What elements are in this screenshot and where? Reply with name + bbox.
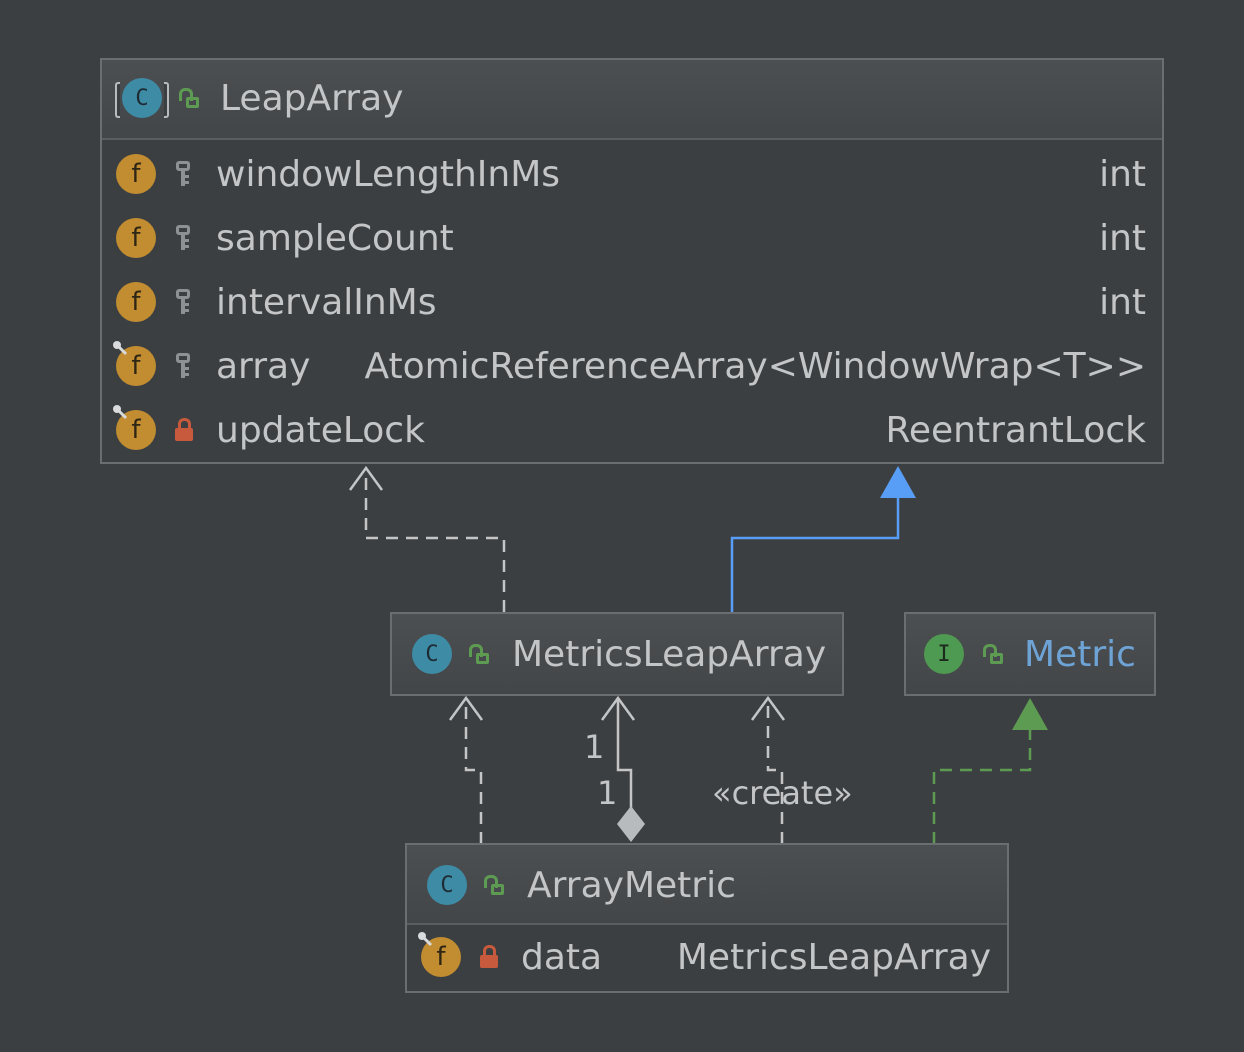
field-name: array	[216, 346, 311, 387]
arrowhead-generalization	[880, 466, 916, 498]
interface-icon: I	[924, 634, 964, 674]
field-icon: f	[116, 218, 156, 258]
package-visibility-icon	[174, 161, 192, 187]
field-list: f windowLengthInMs int f sampleCount int…	[102, 140, 1162, 462]
class-header: C LeapArray	[102, 60, 1162, 140]
composition-target-multiplicity: 1	[584, 728, 605, 766]
edge-dependency-arraymetric-metricsleaparray	[464, 698, 483, 844]
field-row[interactable]: f updateLock ReentrantLock	[102, 398, 1162, 462]
field-type: MetricsLeapArray	[676, 937, 991, 978]
interface-node-metric[interactable]: I Metric	[904, 612, 1156, 696]
public-lock-icon	[468, 644, 490, 666]
composition-diamond	[617, 806, 645, 842]
uml-class-diagram: 1 1 «create» C LeapArray f windowLengthI…	[0, 0, 1244, 1052]
field-row[interactable]: f windowLengthInMs int	[102, 142, 1162, 206]
final-pin-icon	[113, 341, 128, 356]
field-type: ReentrantLock	[885, 410, 1146, 451]
create-stereotype-label: «create»	[712, 774, 853, 812]
field-row[interactable]: f data MetricsLeapArray	[407, 925, 1007, 989]
composition-source-multiplicity: 1	[597, 774, 618, 812]
class-node-arraymetric[interactable]: C ArrayMetric f data MetricsLeapArray	[405, 843, 1009, 993]
field-type: int	[1099, 282, 1146, 323]
field-list: f data MetricsLeapArray	[407, 925, 1007, 991]
interface-header: I Metric	[906, 614, 1154, 694]
field-row[interactable]: f array AtomicReferenceArray<WindowWrap<…	[102, 334, 1162, 398]
interface-kind-letter: I	[937, 641, 951, 667]
edge-create-arraymetric-metricsleaparray	[766, 698, 784, 844]
field-type: AtomicReferenceArray<WindowWrap<T>>	[364, 346, 1146, 387]
class-kind-letter: C	[425, 641, 439, 667]
final-pin-icon	[113, 405, 128, 420]
final-field-icon: f	[113, 341, 156, 386]
field-name: intervalInMs	[216, 282, 437, 323]
field-icon: f	[116, 154, 156, 194]
private-lock-icon	[174, 418, 194, 442]
field-name: sampleCount	[216, 218, 454, 259]
field-type: int	[1099, 154, 1146, 195]
field-row[interactable]: f sampleCount int	[102, 206, 1162, 270]
final-field-icon: f	[418, 932, 461, 977]
class-header: C ArrayMetric	[407, 845, 1007, 925]
class-title: MetricsLeapArray	[512, 634, 827, 675]
class-node-leaparray[interactable]: C LeapArray f windowLengthInMs int f sam…	[100, 58, 1164, 464]
field-name: data	[521, 937, 603, 978]
arrowhead-realization	[1012, 698, 1048, 730]
field-name: updateLock	[216, 410, 425, 451]
interface-title: Metric	[1024, 634, 1136, 675]
field-type: int	[1099, 218, 1146, 259]
class-header: C MetricsLeapArray	[392, 614, 842, 694]
package-visibility-icon	[174, 353, 192, 379]
public-lock-icon	[982, 644, 1004, 666]
public-lock-icon	[178, 88, 200, 110]
final-pin-icon	[418, 932, 433, 947]
class-title: ArrayMetric	[527, 865, 736, 906]
field-row[interactable]: f intervalInMs int	[102, 270, 1162, 334]
class-icon: C	[412, 634, 452, 674]
final-field-icon: f	[113, 405, 156, 450]
field-name: windowLengthInMs	[216, 154, 561, 195]
package-visibility-icon	[174, 289, 192, 315]
class-kind-letter: C	[440, 872, 454, 898]
class-node-metricsleaparray[interactable]: C MetricsLeapArray	[390, 612, 844, 696]
edge-realization-arraymetric-metric	[932, 730, 1032, 844]
class-title: LeapArray	[220, 78, 404, 119]
abstract-class-icon: C	[115, 78, 169, 118]
public-lock-icon	[483, 875, 505, 897]
edge-dependency-metricsleaparray-leaparray	[364, 468, 506, 612]
edge-generalization-metricsleaparray-leaparray	[730, 498, 900, 612]
field-icon: f	[116, 282, 156, 322]
class-icon: C	[427, 865, 467, 905]
private-lock-icon	[479, 945, 499, 969]
package-visibility-icon	[174, 225, 192, 251]
class-kind-letter: C	[135, 85, 149, 111]
